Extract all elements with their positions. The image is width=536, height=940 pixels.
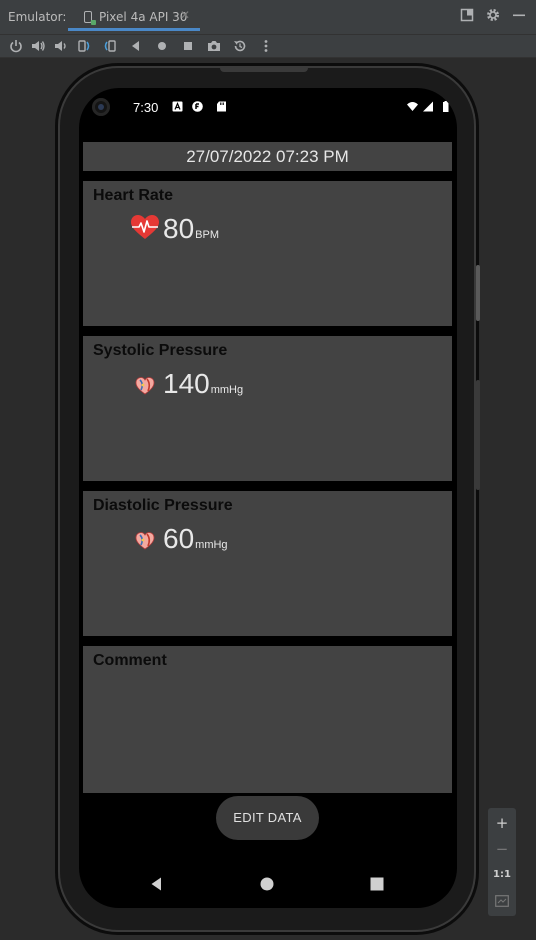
emulator-toolbar — [0, 35, 536, 58]
heart-rate-card: Heart Rate 80BPM — [83, 181, 452, 326]
datetime-header: 27/07/2022 07:23 PM — [83, 142, 452, 171]
sd-card-icon — [216, 101, 227, 112]
rotate-right-icon[interactable] — [102, 38, 118, 54]
heart-rate-number: 80 — [163, 213, 195, 244]
tab-title: Pixel 4a API 30 — [99, 10, 188, 24]
systolic-title: Systolic Pressure — [93, 342, 228, 359]
device-icon — [84, 11, 96, 25]
nav-home-icon[interactable] — [259, 876, 275, 892]
cell-signal-icon — [422, 101, 433, 112]
wifi-icon — [407, 101, 418, 112]
actual-size-button[interactable]: 1:1 — [488, 864, 516, 886]
emulator-label: Emulator: — [8, 10, 67, 24]
rotate-left-icon[interactable] — [76, 38, 92, 54]
zoom-out-button[interactable]: − — [488, 838, 516, 860]
back-icon[interactable] — [128, 38, 144, 54]
restore-layout-icon[interactable] — [460, 8, 474, 26]
heart-rate-value: 80BPM — [163, 213, 219, 245]
zoom-in-button[interactable]: + — [488, 812, 516, 834]
battery-icon — [440, 101, 451, 112]
volume-up-icon[interactable] — [30, 38, 46, 54]
power-side-button[interactable] — [476, 265, 480, 321]
app-notification-icon — [192, 101, 203, 112]
overview-icon[interactable] — [180, 38, 196, 54]
heart-pulse-icon — [131, 215, 159, 241]
device-top-edge — [220, 66, 308, 72]
blood-pressure-icon — [135, 376, 155, 396]
comment-card: Comment — [83, 646, 452, 793]
diastolic-pressure-card: Diastolic Pressure 60mmHg — [83, 491, 452, 636]
nav-back-icon[interactable] — [149, 876, 165, 892]
accessibility-notification-icon — [172, 101, 183, 112]
volume-side-button[interactable] — [476, 380, 480, 490]
heart-rate-unit: BPM — [195, 229, 219, 241]
emulator-titlebar: Emulator: Pixel 4a API 30 ✕ — [0, 0, 536, 35]
diastolic-title: Diastolic Pressure — [93, 497, 233, 514]
device-screen: 7:30 27/07/2022 07:23 PM Heart Rate 80BP… — [79, 88, 457, 908]
diastolic-unit: mmHg — [195, 539, 228, 551]
diastolic-number: 60 — [163, 523, 195, 554]
zoom-controls: + − 1:1 — [488, 808, 516, 916]
tab-pixel-4a[interactable]: Pixel 4a API 30 ✕ — [68, 3, 200, 31]
home-icon[interactable] — [154, 38, 170, 54]
settings-gear-icon[interactable] — [486, 8, 500, 26]
minimize-icon[interactable] — [512, 8, 526, 26]
android-nav-bar — [79, 868, 457, 898]
blood-pressure-icon — [135, 531, 155, 551]
systolic-value: 140mmHg — [163, 368, 243, 400]
systolic-unit: mmHg — [210, 384, 244, 396]
heart-rate-title: Heart Rate — [93, 187, 174, 204]
systolic-pressure-card: Systolic Pressure 140mmHg — [83, 336, 452, 481]
edit-data-button[interactable]: EDIT DATA — [216, 796, 319, 840]
more-vert-icon[interactable] — [258, 38, 274, 54]
nav-recents-icon[interactable] — [369, 876, 385, 892]
status-bar: 7:30 — [79, 88, 457, 128]
fit-screen-icon[interactable] — [488, 890, 516, 912]
snapshot-icon[interactable] — [232, 38, 248, 54]
power-icon[interactable] — [8, 38, 24, 54]
status-time: 7:30 — [133, 100, 159, 115]
comment-title: Comment — [93, 652, 167, 669]
volume-down-icon[interactable] — [52, 38, 68, 54]
systolic-number: 140 — [163, 368, 210, 399]
diastolic-value: 60mmHg — [163, 523, 228, 555]
datetime-text: 27/07/2022 07:23 PM — [186, 147, 349, 166]
camera-screenshot-icon[interactable] — [206, 38, 222, 54]
tab-close-icon[interactable]: ✕ — [180, 8, 190, 22]
